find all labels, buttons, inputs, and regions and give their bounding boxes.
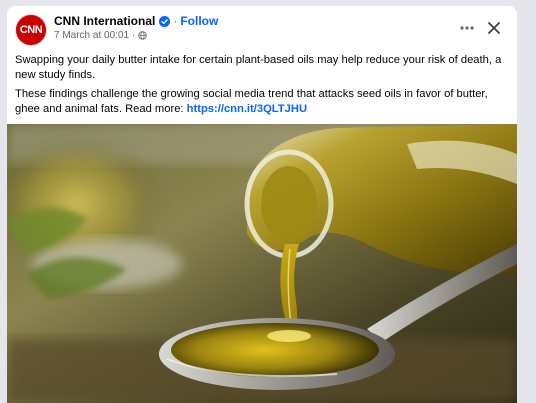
close-button[interactable] <box>483 18 505 38</box>
post-timestamp[interactable]: 7 March at 00:01 · <box>54 30 135 41</box>
post-meta: 7 March at 00:01 · <box>54 30 147 41</box>
page-avatar[interactable]: CNN <box>15 14 47 46</box>
post-paragraph-2: These findings challenge the growing soc… <box>15 87 515 116</box>
separator-dot: · <box>173 14 178 28</box>
post-paragraph-1: Swapping your daily butter intake for ce… <box>15 54 502 81</box>
more-options-button[interactable] <box>455 18 479 38</box>
verified-badge-icon <box>159 15 171 27</box>
post-image[interactable] <box>7 124 517 403</box>
globe-icon[interactable] <box>138 31 147 40</box>
follow-button[interactable]: Follow <box>180 14 218 28</box>
page-name-link[interactable]: CNN International <box>54 14 155 28</box>
post-card: CNN CNN International · Follow 7 March a… <box>7 6 517 403</box>
post-text: Swapping your daily butter intake for ce… <box>15 53 515 121</box>
more-horizontal-icon <box>460 26 474 30</box>
article-link[interactable]: https://cnn.it/3QLTJHU <box>187 103 307 115</box>
post-header: CNN CNN International · Follow 7 March a… <box>7 6 517 52</box>
avatar-logo-text: CNN <box>19 24 43 36</box>
page-title-line: CNN International · Follow <box>54 14 218 28</box>
close-icon <box>488 22 500 34</box>
olive-oil-photo <box>7 124 517 403</box>
